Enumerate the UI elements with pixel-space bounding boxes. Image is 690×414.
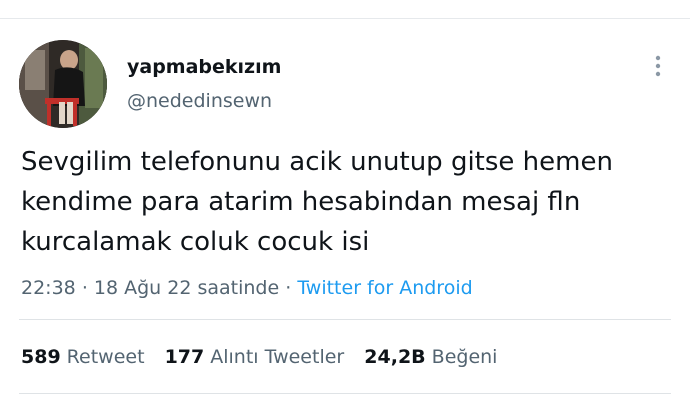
quote-tweets-stat[interactable]: 177 Alıntı Tweetler — [165, 346, 345, 368]
stats-divider-top — [19, 319, 671, 320]
retweets-label: Retweet — [66, 346, 145, 368]
quote-tweets-count: 177 — [164, 346, 205, 368]
stats-divider-bottom — [19, 393, 671, 394]
likes-stat[interactable]: 24,2B Beğeni — [364, 346, 497, 368]
retweets-stat[interactable]: 589 Retweet — [21, 346, 145, 368]
tweet-source-link[interactable]: Twitter for Android — [297, 277, 472, 299]
avatar-photo — [19, 40, 107, 128]
top-divider — [0, 18, 690, 19]
likes-count: 24,2B — [364, 346, 426, 368]
retweets-count: 589 — [21, 346, 61, 368]
likes-label: Beğeni — [431, 346, 498, 368]
meta-separator: · — [81, 277, 88, 299]
tweet-text: Sevgilim telefonunu acik unutup gitse he… — [21, 147, 613, 257]
display-name[interactable]: yapmabekızım — [127, 56, 281, 78]
tweet-meta: 22:38 · 18 Ağu 22 saatinde · Twitter for… — [21, 277, 473, 299]
meta-separator: · — [285, 277, 292, 299]
avatar[interactable] — [19, 40, 107, 128]
more-vertical-icon[interactable] — [648, 52, 668, 80]
tweet-time[interactable]: 22:38 — [21, 277, 76, 299]
tweet-date[interactable]: 18 Ağu 22 saatinde — [94, 277, 279, 299]
tweet-stats: 589 Retweet 177 Alıntı Tweetler 24,2B Beğen… — [21, 346, 511, 368]
user-handle[interactable]: @nededinsewn — [127, 90, 272, 112]
quote-tweets-label: Alıntı Tweetler — [210, 346, 345, 368]
